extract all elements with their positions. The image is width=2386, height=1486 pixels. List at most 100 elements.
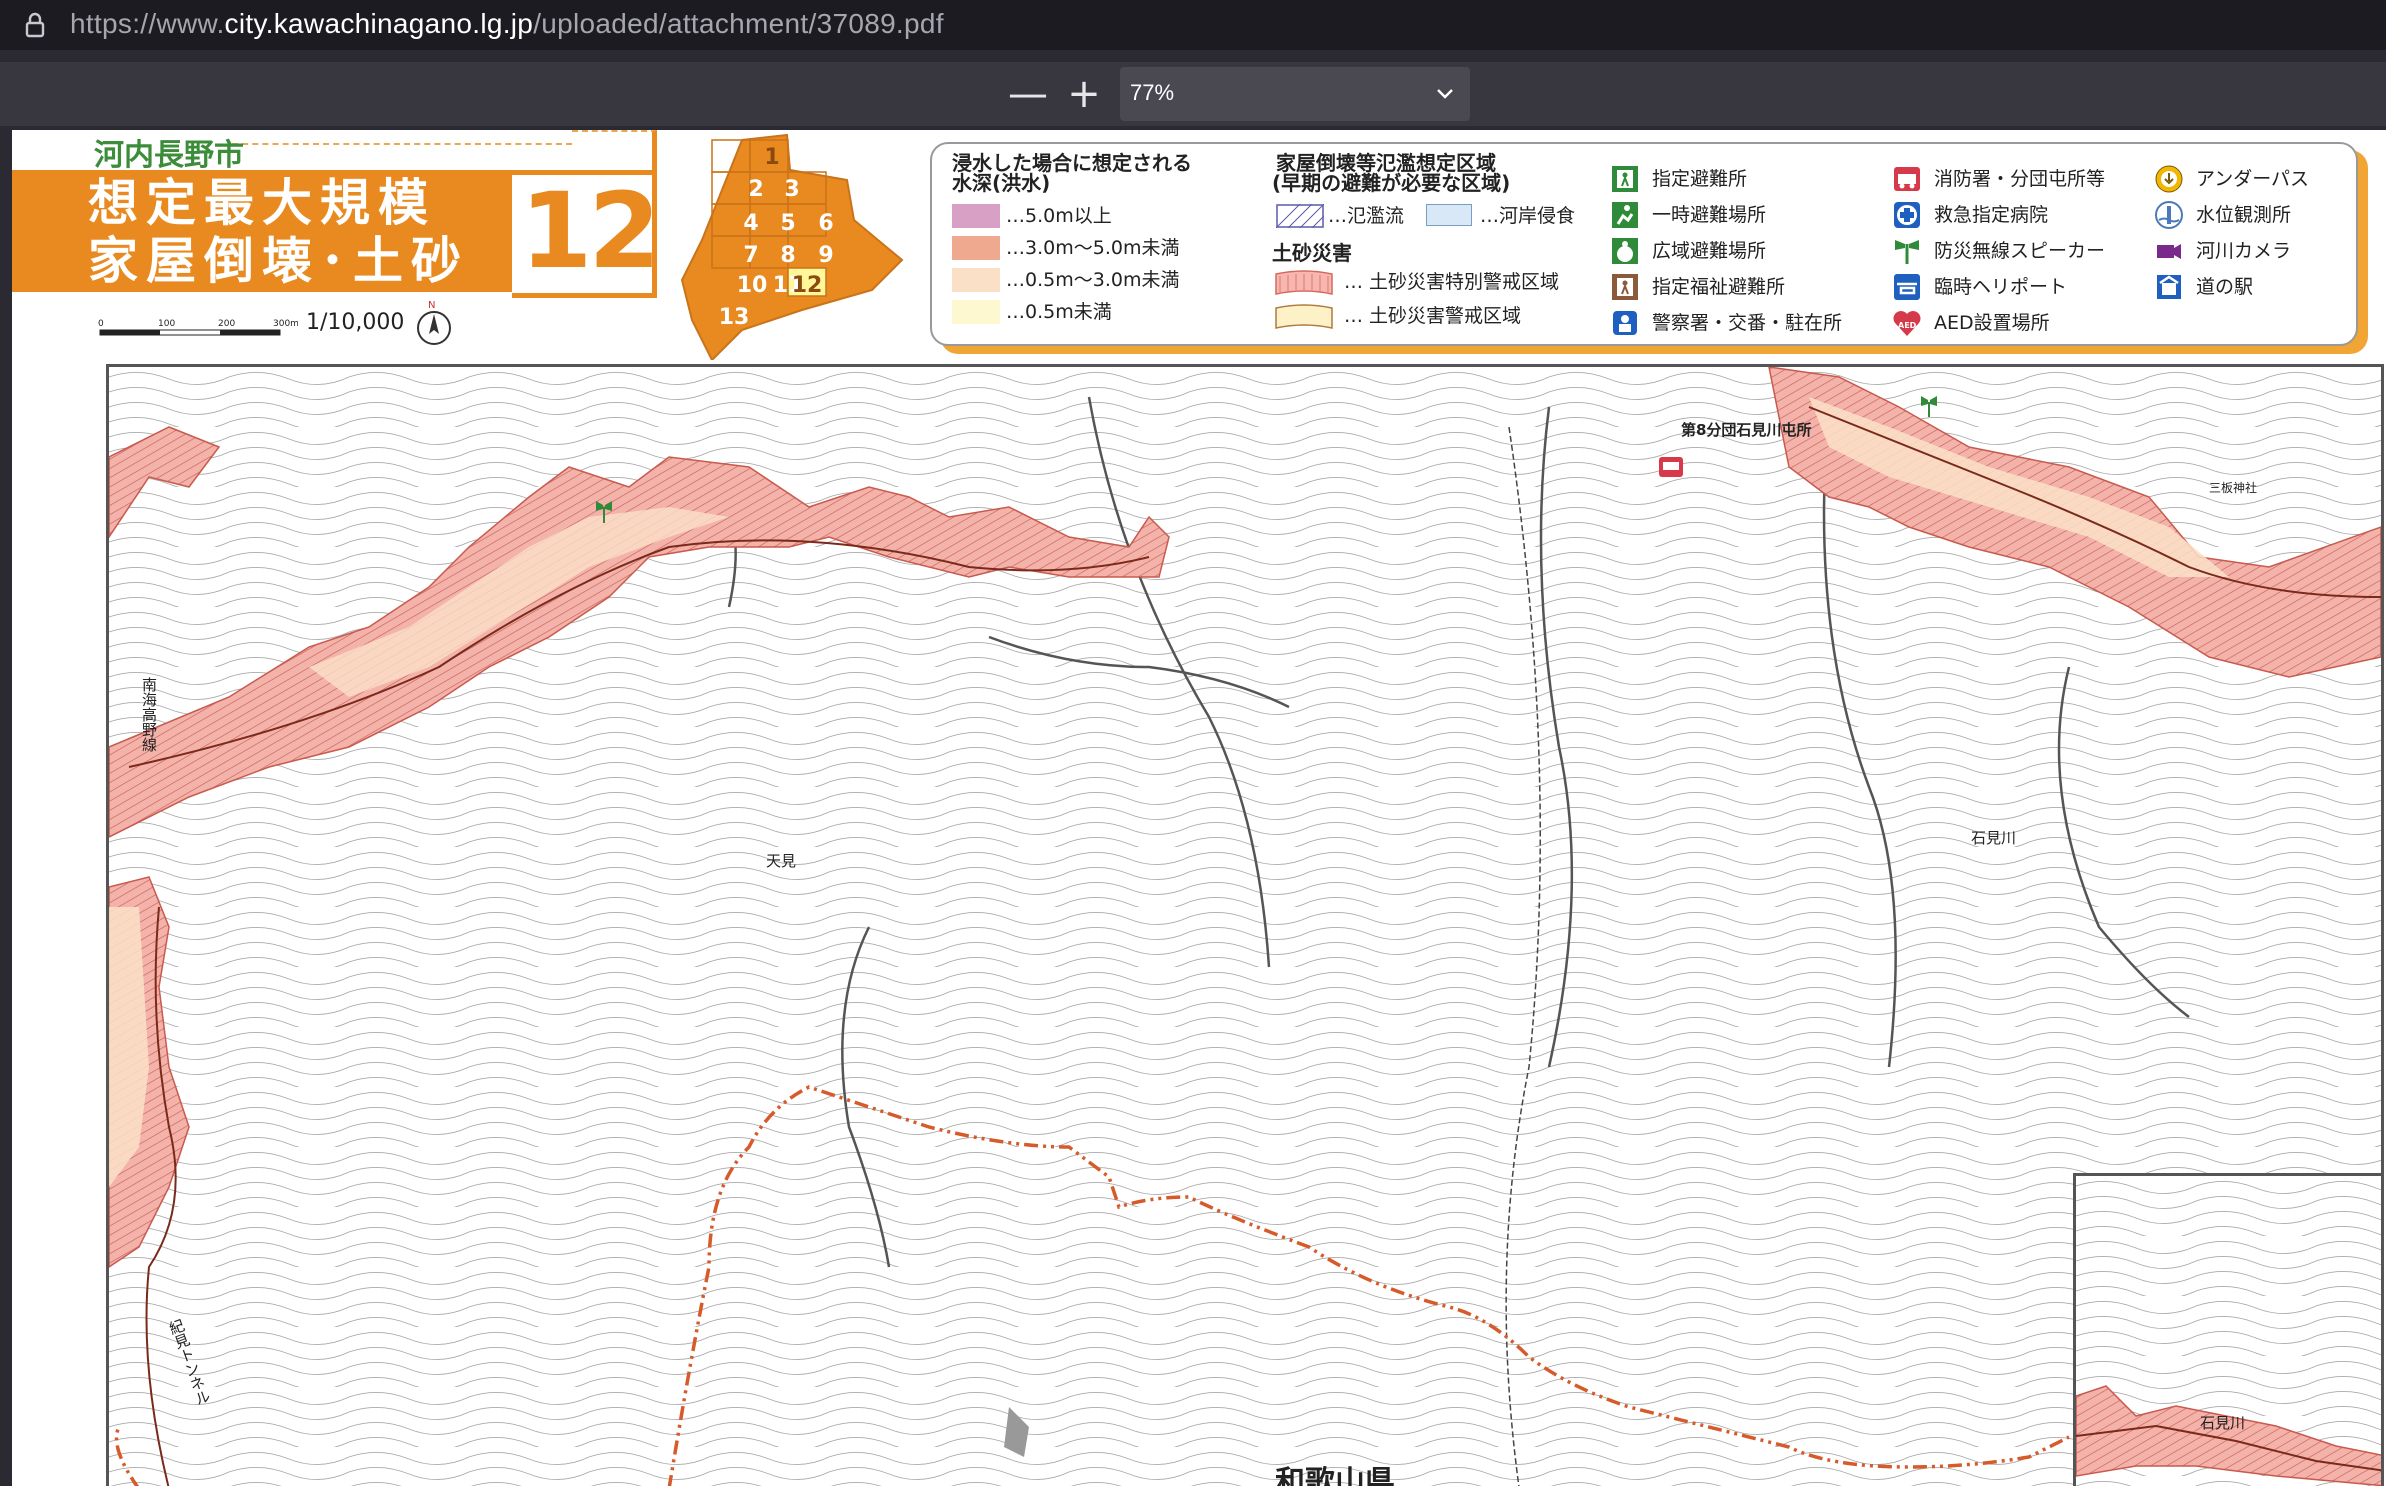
- zoom-out-button[interactable]: —: [1006, 72, 1050, 116]
- heliport-icon: [1894, 274, 1920, 300]
- index-cell-1: 1: [764, 145, 779, 170]
- index-cell-13: 13: [719, 305, 750, 330]
- bank-erosion-label: …河岸侵食: [1480, 205, 1576, 227]
- disaster-speaker-icon: [1895, 240, 1919, 264]
- map-legend: 浸水した場合に想定される 水深(洪水) …5.0m以上 …3.0m〜5.0m未満…: [930, 142, 2358, 346]
- north-label: N: [428, 300, 435, 311]
- flood-label-under05m: …0.5m未満: [1006, 301, 1112, 323]
- railway-label: 南海高野線: [140, 677, 158, 752]
- flood-swatch-under05m: [952, 300, 1000, 324]
- fire-station-label: 消防署・分団屯所等: [1934, 168, 2106, 190]
- fire-post-label: 第8分団石見川屯所: [1681, 421, 1812, 439]
- lock-icon: [25, 12, 45, 38]
- browser-url-bar[interactable]: https://www.city.kawachinagano.lg.jp/upl…: [0, 0, 2386, 50]
- flood-swatch-05m: [952, 268, 1000, 292]
- temporary-evacuation-icon: [1612, 202, 1638, 228]
- pdf-toolbar: — + 77%: [0, 62, 2386, 126]
- wide-area-evacuation-icon: [1612, 238, 1638, 264]
- flood-flow-swatch: [1276, 204, 1324, 228]
- flood-flow-label: …氾濫流: [1328, 205, 1405, 227]
- prefecture-label: 和歌山県: [1275, 1465, 1395, 1486]
- city-name: 河内長野市: [94, 138, 244, 173]
- index-cell-2: 2: [748, 177, 763, 202]
- chevron-down-icon: [1437, 89, 1453, 99]
- flood-swatch-5m: [952, 204, 1000, 228]
- zoom-level: 77%: [1130, 80, 1175, 105]
- shrine-label: 三板神社: [2209, 481, 2258, 495]
- scale-ratio: 1/10,000: [306, 310, 405, 335]
- water-level-station-icon: [2155, 201, 2183, 229]
- emergency-hospital-icon: [1894, 202, 1920, 228]
- index-cell-4: 4: [743, 211, 758, 236]
- scale-bar: 0 100 200 300m: [98, 319, 298, 336]
- map-inset: 石見川: [2073, 1173, 2381, 1486]
- river-label-iwamigawa: 石見川: [1971, 829, 2017, 847]
- map-number: 12: [520, 170, 661, 292]
- underpass-icon: [2155, 165, 2183, 193]
- sediment-warning-swatch: [1275, 304, 1333, 329]
- url-host: city.kawachinagano.lg.jp: [224, 8, 534, 39]
- scale-tick-0: 0: [98, 319, 104, 329]
- scale-tick-100: 100: [158, 319, 175, 329]
- index-cell-7: 7: [743, 243, 758, 268]
- designated-shelter-icon: [1612, 166, 1638, 192]
- water-level-station-label: 水位観測所: [2196, 204, 2292, 226]
- place-label-amami: 天見: [766, 852, 797, 870]
- designated-shelter-label: 指定避難所: [1652, 168, 1748, 190]
- index-cell-10: 10: [737, 273, 768, 298]
- zoom-in-button[interactable]: +: [1062, 72, 1106, 116]
- sheet-title-line2: 家屋倒壊･土砂: [88, 232, 469, 290]
- welfare-shelter-label: 指定福祉避難所: [1652, 276, 1786, 298]
- hazard-map-drawing: [109, 367, 2381, 1486]
- wide-area-evacuation-label: 広域避難場所: [1652, 240, 1767, 262]
- url-text[interactable]: https://www.city.kawachinagano.lg.jp/upl…: [70, 7, 944, 41]
- index-cell-12: 12: [792, 273, 823, 298]
- temporary-evacuation-label: 一時避難場所: [1652, 204, 1767, 226]
- inset-river-label: 石見川: [2200, 1414, 2246, 1432]
- title-frame-decoration: [572, 130, 657, 174]
- zoom-select[interactable]: 77%: [1120, 67, 1470, 121]
- aed-badge-text: AED: [1898, 321, 1917, 330]
- flood-label-3m: …3.0m〜5.0m未満: [1006, 237, 1180, 259]
- hazard-map[interactable]: 南海高野線 天見 第8分団石見川屯所 三板神社 石見川 紀見トンネル 和歌山県 …: [106, 364, 2384, 1486]
- disaster-speaker-label: 防災無線スピーカー: [1934, 240, 2106, 262]
- sediment-special-swatch: [1275, 270, 1333, 295]
- map-fire-station-icon: [1659, 457, 1683, 477]
- sediment-special-label: … 土砂災害特別警戒区域: [1344, 271, 1560, 293]
- north-arrow-icon: N: [417, 300, 451, 345]
- sediment-warning-label: … 土砂災害警戒区域: [1344, 305, 1522, 327]
- flood-label-5m: …5.0m以上: [1006, 205, 1112, 227]
- scale-tick-200: 200: [218, 319, 235, 329]
- river-camera-label: 河川カメラ: [2196, 240, 2292, 262]
- roadside-station-icon: [2157, 275, 2181, 299]
- emergency-hospital-label: 救急指定病院: [1934, 204, 2049, 226]
- title-dash-line: [232, 143, 572, 145]
- aed-icon: AED: [1893, 311, 1921, 336]
- index-cell-9: 9: [818, 243, 833, 268]
- aed-label: AED設置場所: [1934, 312, 2050, 334]
- flood-swatch-3m: [952, 236, 1000, 260]
- legend-collapse-title-2: (早期の避難が必要な区域): [1272, 171, 1511, 195]
- heliport-label: 臨時ヘリポート: [1934, 276, 2068, 298]
- legend-flood-title-2: 水深(洪水): [952, 171, 1051, 195]
- flood-label-05m: …0.5m〜3.0m未満: [1006, 269, 1180, 291]
- police-icon: [1613, 311, 1637, 335]
- sheet-title-line1: 想定最大規模: [88, 174, 436, 232]
- legend-sediment-title: 土砂災害: [1272, 241, 1352, 265]
- scale-tick-300: 300m: [273, 319, 298, 329]
- url-path: /uploaded/attachment/37089.pdf: [533, 8, 944, 39]
- index-minimap: 1 2 3 4 5 6 7 8 9 10 11 12 13: [680, 133, 904, 360]
- sheet-title: 想定最大規模 家屋倒壊･土砂: [88, 174, 469, 290]
- index-cell-6: 6: [818, 211, 833, 236]
- inset-drawing: [2076, 1176, 2381, 1486]
- index-cell-5: 5: [780, 211, 795, 236]
- underpass-label: アンダーパス: [2196, 168, 2310, 190]
- roadside-station-label: 道の駅: [2196, 276, 2254, 298]
- url-scheme: https://www.: [70, 8, 225, 39]
- police-label: 警察署・交番・駐在所: [1652, 312, 1843, 334]
- fire-station-icon: [1894, 167, 1920, 191]
- bank-erosion-swatch: [1426, 204, 1472, 226]
- pdf-page: 河内長野市 想定最大規模 家屋倒壊･土砂 12 0 100 200 300m 1…: [12, 130, 2386, 1486]
- index-cell-8: 8: [780, 243, 795, 268]
- welfare-shelter-icon: [1612, 274, 1638, 300]
